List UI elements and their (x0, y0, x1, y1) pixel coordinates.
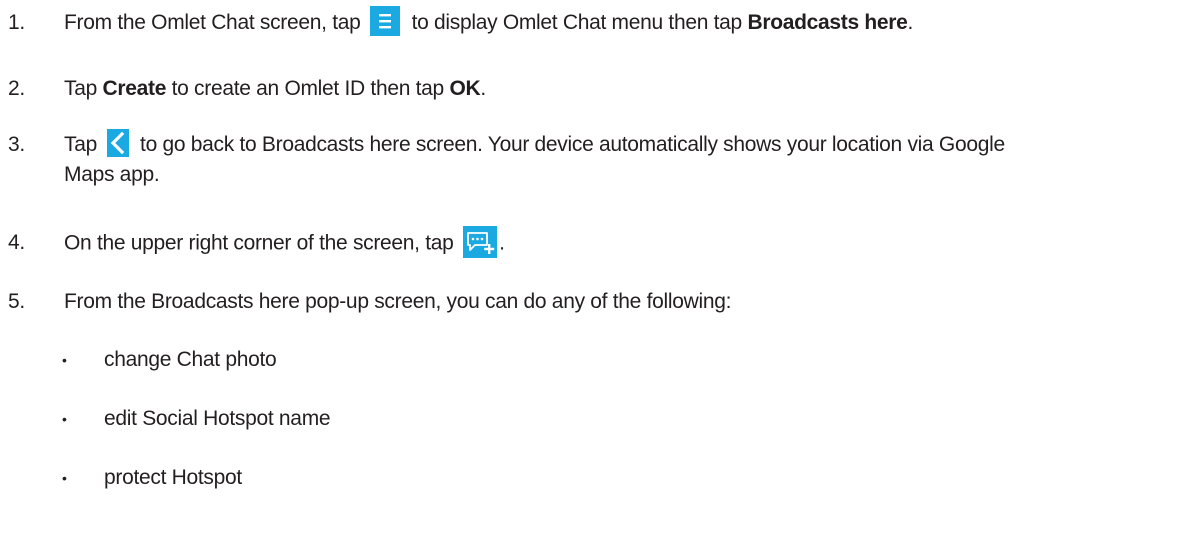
bullet-text: protect Hotspot (104, 466, 242, 489)
bullet-text: edit Social Hotspot name (104, 407, 331, 430)
step-number: 2. (8, 77, 25, 100)
step-text: From the Omlet Chat screen, tap to displ… (64, 6, 1178, 38)
bullet-text: change Chat photo (104, 348, 277, 371)
step-text: On the upper right corner of the screen,… (64, 226, 1178, 260)
step-number: 4. (8, 231, 25, 254)
bullet-marker: • (62, 352, 67, 368)
step-text-segment: to go back to Broadcasts here screen. Yo… (134, 133, 1005, 156)
step-number: 3. (8, 133, 25, 156)
step-2: 2. Tap Create to create an Omlet ID then… (8, 74, 1178, 104)
step-bold-term: Broadcasts here (747, 11, 908, 34)
step-text-segment: . (499, 231, 505, 255)
step-text: Tap Create to create an Omlet ID then ta… (64, 74, 1178, 104)
step-text-segment: Tap (64, 77, 103, 100)
back-icon (106, 129, 129, 158)
step-5: 5. From the Broadcasts here pop-up scree… (8, 287, 1178, 317)
bullet-item: • change Chat photo (62, 345, 277, 375)
step-text-segment: From the Broadcasts here pop-up screen, … (64, 290, 732, 313)
step-text-segment: . (480, 77, 486, 100)
bullet-item: • protect Hotspot (62, 463, 242, 493)
new-chat-icon (463, 226, 498, 258)
step-text-segment: to display Omlet Chat menu then tap (406, 11, 748, 34)
step-text-segment: . (907, 11, 914, 34)
step-number: 5. (8, 290, 25, 313)
menu-icon (370, 6, 401, 37)
step-text-segment: From the Omlet Chat screen, tap (64, 11, 367, 34)
step-text-segment: On the upper right corner of the screen,… (64, 231, 460, 255)
step-bold-term: Create (102, 77, 167, 100)
step-number: 1. (8, 11, 25, 34)
step-3: 3. Tap to go back to Broadcasts here scr… (8, 129, 1178, 190)
step-text-segment: to create an Omlet ID then tap (166, 77, 450, 100)
step-1: 1. From the Omlet Chat screen, tap to di… (8, 6, 1178, 38)
step-text-segment: Tap (64, 133, 103, 156)
bullet-marker: • (62, 411, 67, 427)
bullet-marker: • (62, 470, 67, 486)
step-bold-term: OK (449, 77, 481, 100)
step-text: From the Broadcasts here pop-up screen, … (64, 287, 1178, 317)
step-4: 4. On the upper right corner of the scre… (8, 226, 1178, 260)
instruction-document: 1. From the Omlet Chat screen, tap to di… (0, 0, 1190, 539)
step-text-segment: Maps app. (64, 163, 160, 186)
bullet-item: • edit Social Hotspot name (62, 404, 331, 434)
step-text: Tap to go back to Broadcasts here screen… (64, 129, 1178, 190)
